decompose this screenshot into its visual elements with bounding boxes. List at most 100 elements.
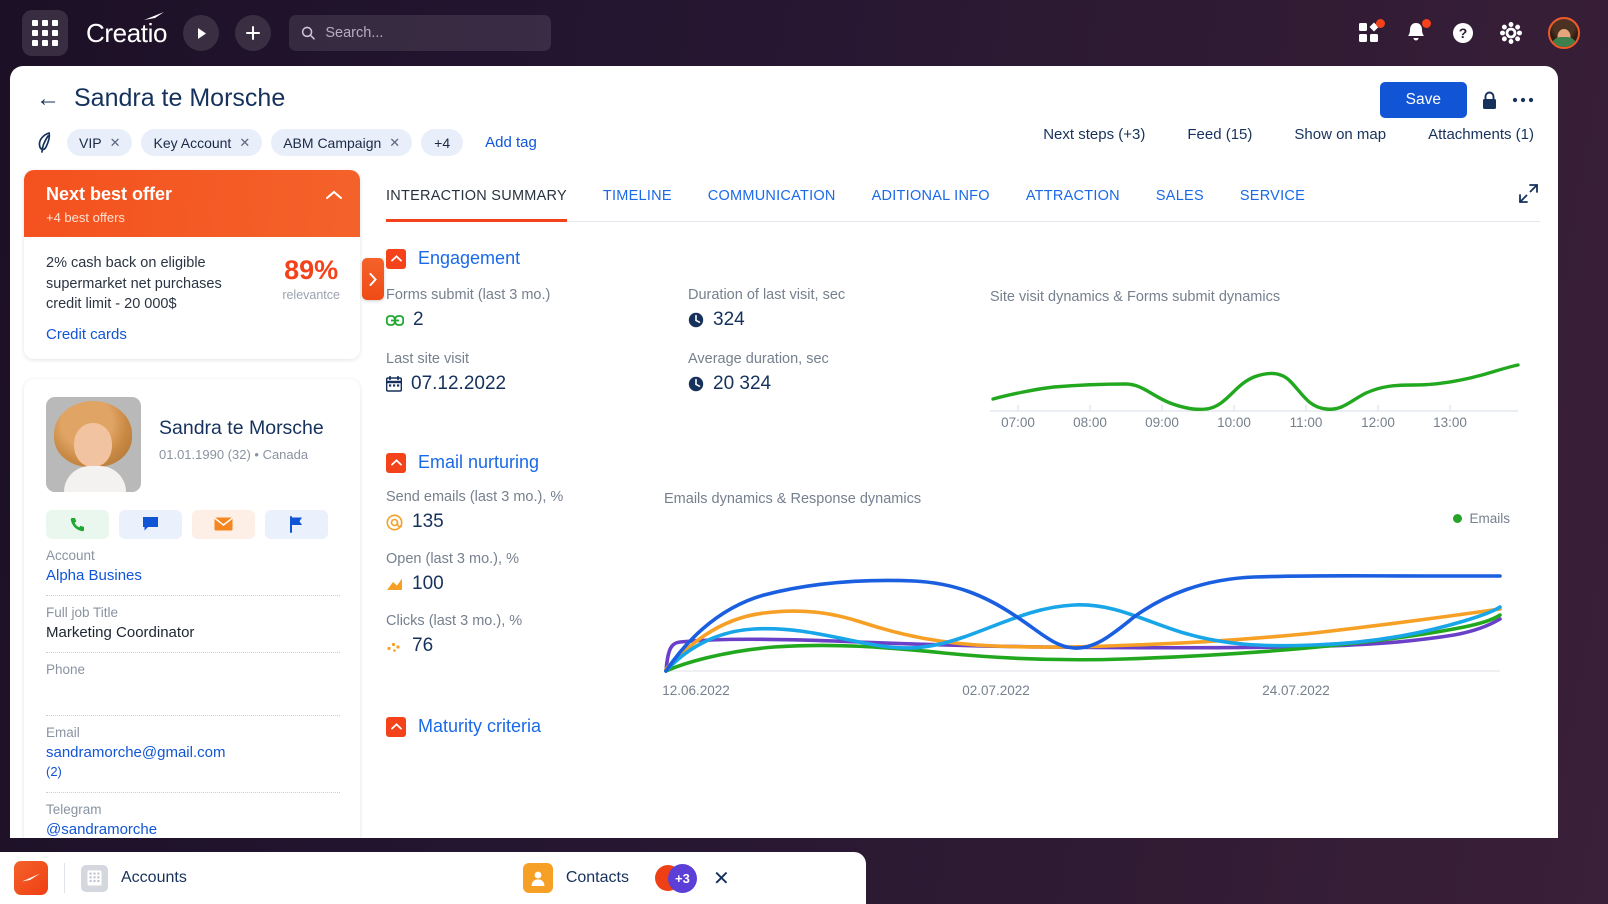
contact-card-top: Sandra te Morsche 01.01.1990 (32) • Cana…	[46, 397, 340, 492]
marketplace-icon[interactable]	[1358, 22, 1380, 44]
x-tick: 09:00	[1126, 415, 1198, 430]
add-new-button[interactable]	[235, 15, 271, 51]
field-account: Account Alpha Busines	[46, 539, 340, 596]
stack-count-badge: +3	[668, 864, 697, 893]
tag-remove-icon[interactable]: ✕	[110, 135, 121, 151]
close-icon[interactable]: ✕	[713, 866, 730, 891]
chat-action-button[interactable]	[119, 510, 182, 539]
relevance-label: relevantce	[282, 288, 340, 302]
taskbar-item-contacts[interactable]: Contacts +3 ✕	[507, 852, 746, 904]
metric-value-row: 100	[386, 573, 688, 595]
user-avatar[interactable]	[1548, 17, 1580, 49]
tag-label: VIP	[79, 135, 102, 151]
page-title: Sandra te Morsche	[74, 84, 285, 113]
field-value[interactable]: sandramorche@gmail.com	[46, 744, 340, 764]
feather-pen-icon[interactable]	[36, 132, 53, 154]
field-value[interactable]: Alpha Busines	[46, 567, 340, 587]
x-tick: 12.06.2022	[546, 683, 846, 698]
creatio-logo-icon[interactable]	[14, 861, 48, 895]
show-on-map-link[interactable]: Show on map	[1294, 126, 1386, 143]
envelope-icon	[214, 517, 233, 531]
metric-value: 324	[713, 309, 745, 331]
plus-icon	[245, 25, 261, 41]
call-action-button[interactable]	[46, 510, 109, 539]
tags-more-button[interactable]: +4	[421, 129, 463, 156]
global-search[interactable]	[289, 15, 551, 51]
help-question-icon[interactable]: ?	[1452, 22, 1474, 44]
run-process-button[interactable]	[183, 15, 219, 51]
collapse-chevron-up-icon[interactable]	[386, 249, 406, 269]
contact-avatar[interactable]	[46, 397, 141, 492]
field-value[interactable]	[46, 681, 340, 707]
chevron-up-icon[interactable]	[326, 187, 342, 205]
feed-link[interactable]: Feed (15)	[1187, 126, 1252, 143]
expand-fullscreen-icon[interactable]	[1519, 184, 1538, 208]
lock-icon[interactable]	[1481, 91, 1498, 110]
collapse-chevron-up-icon[interactable]	[386, 717, 406, 737]
chart-title: Site visit dynamics & Forms submit dynam…	[990, 289, 1540, 305]
metric-value-row: 324	[688, 309, 990, 331]
collapse-chevron-up-icon[interactable]	[386, 453, 406, 473]
engagement-metrics-row: Forms submit (last 3 mo.) 2	[386, 287, 1540, 430]
metric-value-row: 76	[386, 635, 688, 657]
chart-legend: Emails	[1453, 511, 1510, 526]
tag-chip[interactable]: Key Account ✕	[141, 129, 262, 156]
section-header-engagement: Engagement	[386, 248, 1540, 269]
search-input[interactable]	[325, 25, 539, 41]
tab-service[interactable]: SERVICE	[1240, 170, 1305, 222]
app-launcher-button[interactable]	[22, 10, 68, 56]
calendar-icon	[386, 376, 402, 392]
avatar-torso	[1551, 37, 1577, 47]
tab-attraction[interactable]: ATTRACTION	[1026, 170, 1120, 222]
engagement-metrics-col-1: Forms submit (last 3 mo.) 2	[386, 287, 688, 430]
tab-aditional-info[interactable]: ADITIONAL INFO	[872, 170, 990, 222]
tag-remove-icon[interactable]: ✕	[389, 135, 400, 151]
settings-gear-icon[interactable]	[1500, 22, 1522, 44]
tab-sales[interactable]: SALES	[1156, 170, 1204, 222]
field-phone: Phone	[46, 653, 340, 716]
section-title: Engagement	[418, 248, 520, 269]
click-dots-icon	[386, 639, 403, 654]
collapse-panel-toggle[interactable]	[362, 258, 384, 300]
tab-communication[interactable]: COMMUNICATION	[708, 170, 836, 222]
avatar-face	[74, 423, 112, 467]
field-label: Telegram	[46, 802, 340, 817]
back-arrow-icon[interactable]: ←	[36, 87, 60, 111]
email-action-button[interactable]	[192, 510, 255, 539]
attachments-link[interactable]: Attachments (1)	[1428, 126, 1534, 143]
metric-value-row: 2	[386, 309, 688, 331]
field-value-extra: (2)	[46, 764, 340, 784]
save-button[interactable]: Save	[1380, 82, 1467, 118]
at-sign-icon	[386, 514, 403, 531]
taskbar-window-stack[interactable]: +3	[655, 864, 697, 893]
metric-last-site-visit: Last site visit 07.12	[386, 351, 688, 395]
contact-name: Sandra te Morsche	[159, 417, 324, 440]
field-value[interactable]: Marketing Coordinator	[46, 624, 340, 644]
clock-icon	[688, 312, 704, 328]
tag-chip[interactable]: ABM Campaign ✕	[271, 129, 412, 156]
offer-category-link[interactable]: Credit cards	[46, 326, 258, 343]
marketplace-badge	[1376, 19, 1385, 28]
tag-remove-icon[interactable]: ✕	[239, 135, 250, 151]
notifications-bell-icon[interactable]	[1406, 22, 1426, 44]
add-tag-button[interactable]: Add tag	[485, 134, 537, 151]
tab-timeline[interactable]: TIMELINE	[603, 170, 672, 222]
notifications-badge	[1422, 19, 1431, 28]
building-icon	[81, 865, 108, 892]
tag-chip[interactable]: VIP ✕	[67, 129, 132, 156]
field-label: Phone	[46, 662, 340, 677]
brand-logo[interactable]: Creatio	[86, 18, 167, 49]
application-root: Creatio	[0, 0, 1608, 904]
top-navigation-bar: Creatio	[0, 0, 1608, 66]
taskbar-item-accounts[interactable]: Accounts	[81, 865, 187, 892]
flag-action-button[interactable]	[265, 510, 328, 539]
section-title: Maturity criteria	[418, 716, 541, 737]
more-ellipsis-icon[interactable]	[1512, 97, 1534, 103]
taskbar-left: Accounts Contacts +3 ✕	[0, 852, 866, 904]
x-tick: 07:00	[982, 415, 1054, 430]
field-value[interactable]: @sandramorche	[46, 821, 340, 838]
metric-forms-submit: Forms submit (last 3 mo.) 2	[386, 287, 688, 331]
tab-interaction-summary[interactable]: INTERACTION SUMMARY	[386, 170, 567, 222]
next-best-offer-card: Next best offer +4 best offers 2% cash b…	[24, 170, 360, 359]
next-steps-link[interactable]: Next steps (+3)	[1043, 126, 1145, 143]
